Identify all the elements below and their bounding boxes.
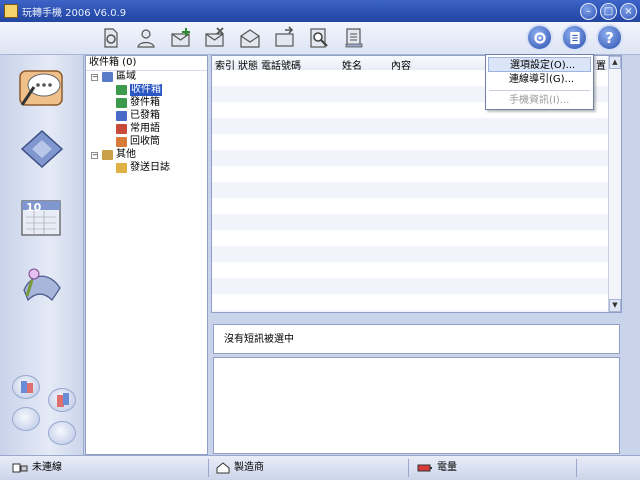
search-button[interactable] [306, 25, 332, 51]
status-bar: 未連線 製造商 電量 [0, 455, 640, 480]
tree-node-other[interactable]: 其他 [102, 149, 136, 161]
delete-message-button[interactable] [202, 25, 228, 51]
minimize-button[interactable]: – [580, 3, 597, 20]
folder-inbox-label: 收件箱 [130, 84, 162, 96]
inbox-icon [116, 85, 127, 95]
send-log-label: 發送日誌 [130, 162, 170, 173]
scroll-up-arrow-icon[interactable]: ▲ [609, 56, 621, 69]
close-button[interactable]: × [620, 3, 637, 20]
close-icon: × [624, 6, 633, 17]
new-message-icon [171, 28, 190, 47]
status-divider [408, 459, 409, 477]
quick-button-1[interactable] [12, 375, 40, 399]
notes-button[interactable] [561, 24, 588, 51]
tree-node-region-label: 區域 [116, 71, 136, 82]
status-divider [576, 459, 577, 477]
notes-icon [569, 31, 580, 44]
battery-label: 電量 [437, 462, 457, 473]
folder-outbox-label: 發件箱 [130, 97, 160, 108]
phone-sync-button[interactable] [98, 25, 124, 51]
vertical-scrollbar[interactable]: ▲ ▼ [608, 56, 621, 312]
minimize-icon: – [586, 6, 591, 17]
quick-button-4[interactable] [48, 421, 76, 445]
recycle-bin-icon [116, 137, 127, 147]
sent-icon [116, 111, 127, 121]
send-log-icon [116, 163, 127, 173]
export-icon [345, 28, 363, 48]
folder-phrases[interactable]: 常用語 [116, 123, 160, 135]
forward-mail-icon [275, 26, 294, 47]
phone-icon [21, 381, 33, 393]
home-icon [216, 462, 230, 474]
manufacturer-status: 製造商 [216, 460, 264, 476]
phone-folder-icon [102, 72, 113, 82]
tree-node-region[interactable]: 區域 [102, 71, 136, 83]
messages-nav-button[interactable] [16, 65, 68, 111]
manufacturer-label: 製造商 [234, 462, 264, 473]
window-title: 玩轉手機 2006 V6.0.9 [22, 8, 127, 19]
forward-mail-button[interactable] [272, 25, 298, 51]
maximize-button[interactable]: □ [600, 3, 617, 20]
folder-outbox[interactable]: 發件箱 [116, 97, 160, 109]
collapse-region-icon[interactable]: − [91, 74, 98, 81]
collapse-other-icon[interactable]: − [91, 152, 98, 159]
settings-gear-icon [533, 31, 546, 44]
help-icon: ? [605, 28, 614, 47]
send-log-item[interactable]: 發送日誌 [116, 162, 170, 174]
menu-separator [489, 90, 590, 91]
new-message-button[interactable] [168, 25, 194, 51]
tools-nav-button[interactable] [16, 260, 68, 306]
menu-item-options[interactable]: 選項設定(O)... [488, 57, 591, 72]
menu-item-phone-info[interactable]: 手機資訊(I)... [488, 93, 591, 108]
calendar-day-label: 10 [26, 201, 42, 214]
scroll-down-arrow-icon[interactable]: ▼ [609, 299, 621, 312]
phonebook-nav-icon [20, 129, 64, 169]
options-dropdown-menu: 選項設定(O)... 連線導引(G)... 手機資訊(I)... [485, 54, 594, 110]
open-mail-icon [240, 29, 260, 48]
other-folder-icon [102, 150, 113, 160]
settings-button[interactable] [526, 24, 553, 51]
folder-recycle[interactable]: 回收筒 [116, 136, 160, 148]
folder-recycle-label: 回收筒 [130, 136, 160, 147]
messages-nav-icon [19, 70, 63, 106]
toolbar: ? [0, 22, 640, 55]
phonebook-nav-button[interactable] [16, 125, 68, 171]
contacts-icon [137, 29, 155, 48]
folder-tree: 收件箱 (0) − 區域 收件箱 發件箱 已發箱 常用語 回收筒 − 其他 發送… [85, 55, 208, 455]
status-divider [208, 459, 209, 477]
calendar-nav-icon [21, 200, 61, 236]
maximize-icon: □ [603, 6, 614, 17]
folder-sent[interactable]: 已發箱 [116, 110, 160, 122]
menu-item-connection-wizard[interactable]: 連線導引(G)... [488, 72, 591, 87]
help-button[interactable]: ? [596, 24, 623, 51]
search-icon [310, 28, 328, 48]
preview-body [213, 357, 620, 454]
connection-status: 未連線 [12, 460, 62, 476]
delete-message-icon [205, 27, 224, 47]
connection-status-label: 未連線 [32, 462, 62, 473]
title-bar: 玩轉手機 2006 V6.0.9 – □ × [0, 0, 640, 22]
navigation-sidebar: 10 [0, 55, 84, 455]
folder-phrases-label: 常用語 [130, 123, 160, 134]
folder-tree-header: 收件箱 (0) [86, 56, 207, 71]
tools-nav-icon [23, 268, 61, 302]
quick-button-2[interactable] [48, 388, 76, 412]
outbox-icon [116, 98, 127, 108]
export-button[interactable] [341, 25, 367, 51]
calendar-nav-button[interactable]: 10 [16, 195, 68, 241]
contacts-button[interactable] [133, 25, 159, 51]
battery-status: 電量 [417, 460, 457, 476]
phrases-icon [116, 124, 127, 134]
battery-icon [417, 464, 432, 472]
folder-sent-label: 已發箱 [130, 110, 160, 121]
transfer-icon [57, 393, 69, 407]
disconnected-icon [12, 463, 28, 473]
phone-sync-icon [104, 28, 118, 48]
preview-status: 沒有短訊被選中 [213, 324, 620, 354]
quick-button-3[interactable] [12, 407, 40, 431]
tree-node-other-label: 其他 [116, 149, 136, 160]
app-icon [4, 4, 18, 18]
open-mail-button[interactable] [237, 25, 263, 51]
folder-inbox[interactable]: 收件箱 [116, 84, 162, 96]
